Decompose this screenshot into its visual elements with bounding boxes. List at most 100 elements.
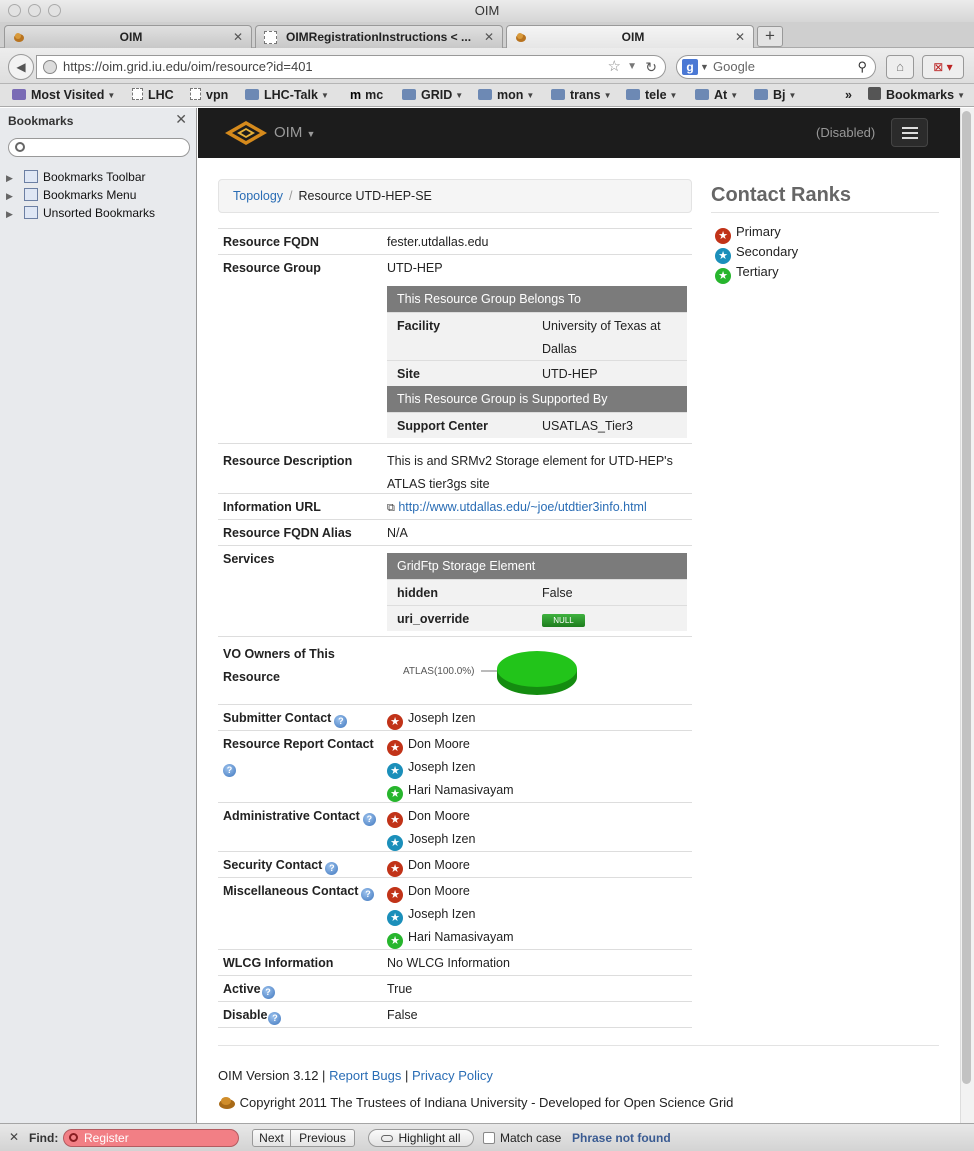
scrollbar-thumb[interactable] (962, 111, 971, 1084)
folder-icon (12, 89, 26, 100)
unsorted-folder-icon (24, 206, 38, 219)
privacy-policy-link[interactable]: Privacy Policy (412, 1068, 493, 1083)
find-input[interactable]: Register (63, 1129, 239, 1147)
google-icon[interactable]: g (682, 59, 698, 75)
row-value: fester.utdallas.edu (387, 235, 489, 249)
highlight-toggle-icon (381, 1135, 394, 1142)
bookmark-vpn[interactable]: vpn (190, 87, 228, 104)
uri-override-row: uri_override NULL (387, 605, 687, 631)
detail-row-vo-owners: VO Owners of This Resource ATLAS(100.0%) (218, 636, 692, 704)
sidebar-search-input[interactable] (8, 138, 190, 157)
sidebar-item-unsorted[interactable]: ▶ Unsorted Bookmarks (6, 206, 155, 220)
sidebar-item-bookmarks-toolbar[interactable]: ▶ Bookmarks Toolbar (6, 170, 146, 184)
expand-triangle-icon[interactable]: ▶ (6, 191, 20, 202)
bookmark-star-icon[interactable]: ☆ (608, 56, 621, 78)
help-icon[interactable]: ? (334, 715, 348, 728)
search-bar[interactable]: g ▼ Google ⚲ (676, 55, 876, 79)
contact-item: ★ Joseph Izen (387, 707, 475, 730)
close-icon[interactable]: ✕ (175, 111, 187, 128)
tab-oim-registration[interactable]: OIMRegistrationInstructions < ... ✕ (255, 25, 503, 48)
zoom-window-button[interactable] (48, 4, 61, 17)
close-window-button[interactable] (8, 4, 21, 17)
detail-row-misc-contact: Miscellaneous Contact? ★ Don Moore ★ Josep… (218, 877, 692, 949)
history-dropdown-icon[interactable]: ▼ (627, 56, 637, 78)
search-icon (69, 1133, 78, 1142)
external-link-icon: ⧉ (387, 502, 395, 514)
tab-oim-active[interactable]: OIM ✕ (506, 25, 754, 48)
help-icon[interactable]: ? (223, 764, 236, 777)
search-icon[interactable]: ⚲ (857, 56, 867, 78)
minimize-window-button[interactable] (28, 4, 41, 17)
overflow-chevron-icon[interactable]: » (845, 87, 852, 104)
help-icon[interactable]: ? (268, 1012, 282, 1025)
footer-links: OIM Version 3.12 | Report Bugs | Privacy… (218, 1068, 493, 1083)
tab-close-icon[interactable]: ✕ (484, 26, 494, 48)
bookmark-at[interactable]: At ▼ (695, 87, 738, 104)
extension-button[interactable]: ⊠ ▾ (922, 55, 964, 79)
menu-folder-icon (24, 188, 38, 201)
row-label: VO Owners of This Resource (223, 647, 335, 684)
breadcrumb-topology-link[interactable]: Topology (233, 189, 283, 203)
expand-triangle-icon[interactable]: ▶ (6, 209, 20, 220)
detail-row-fqdn: Resource FQDN fester.utdallas.edu (218, 228, 692, 254)
bookmark-lhc-talk[interactable]: LHC-Talk ▼ (245, 87, 329, 104)
bookmarks-menu-button[interactable]: Bookmarks ▼ (868, 87, 965, 104)
iu-logo-icon (219, 1097, 235, 1109)
bookmark-lhc[interactable]: LHC (132, 87, 174, 104)
bookmark-tele[interactable]: tele ▼ (626, 87, 677, 104)
help-icon[interactable]: ? (325, 862, 339, 875)
pie-label: ATLAS(100.0%) (403, 666, 475, 677)
home-button[interactable]: ⌂ (886, 55, 914, 79)
detail-row-info-url: Information URL ⧉ http://www.utdallas.ed… (218, 493, 692, 519)
close-findbar-icon[interactable]: ✕ (9, 1130, 19, 1144)
new-tab-button[interactable]: + (757, 26, 783, 47)
oim-favicon-icon (516, 33, 526, 42)
detail-row-submitter-contact: Submitter Contact? ★ Joseph Izen (218, 704, 692, 730)
tab-close-icon[interactable]: ✕ (233, 26, 243, 48)
bookmark-grid[interactable]: GRID ▼ (402, 87, 463, 104)
primary-rank-icon: ★ (387, 740, 403, 756)
tab-oim-1[interactable]: OIM ✕ (4, 25, 252, 48)
bookmarks-toolbar: Most Visited ▼ LHC vpn LHC-Talk ▼ m mc GRID… (0, 84, 974, 107)
tab-close-icon[interactable]: ✕ (735, 26, 745, 48)
detail-row-resource-group: Resource Group UTD-HEP This Resource Gro… (218, 254, 692, 443)
detail-row-fqdn-alias: Resource FQDN Alias N/A (218, 519, 692, 545)
highlight-all-button[interactable]: Highlight all (368, 1129, 474, 1147)
url-bar[interactable]: https://oim.grid.iu.edu/oim/resource?id=… (36, 55, 666, 79)
find-previous-button[interactable]: Previous (290, 1129, 355, 1147)
caret-down-icon: ▼ (306, 129, 316, 139)
oim-logo-icon[interactable] (224, 120, 268, 146)
tertiary-rank-icon: ★ (715, 268, 731, 284)
menu-toggle-button[interactable] (891, 118, 928, 147)
match-case-checkbox[interactable] (483, 1132, 495, 1144)
tertiary-rank-icon: ★ (387, 933, 403, 949)
row-value: N/A (387, 526, 408, 540)
find-bar: ✕ Find: Register Next Previous Highlight… (0, 1123, 974, 1151)
m-logo-icon: m (350, 88, 362, 102)
folder-icon (551, 89, 565, 100)
expand-triangle-icon[interactable]: ▶ (6, 173, 20, 184)
bookmark-trans[interactable]: trans ▼ (551, 87, 612, 104)
chevron-down-icon[interactable]: ▼ (700, 56, 709, 78)
help-icon[interactable]: ? (362, 813, 376, 826)
back-button[interactable]: ◀ (8, 54, 34, 80)
bookmark-mc[interactable]: m mc (350, 87, 383, 104)
detail-row-report-contact: Resource Report Contact? ★ Don Moore ★ Jos… (218, 730, 692, 802)
rank-secondary: ★ Secondary (715, 244, 798, 264)
sidebar-item-bookmarks-menu[interactable]: ▶ Bookmarks Menu (6, 188, 136, 202)
help-icon[interactable]: ? (361, 888, 375, 901)
report-bugs-link[interactable]: Report Bugs (329, 1068, 401, 1083)
find-next-button[interactable]: Next (252, 1129, 291, 1147)
contact-item: ★ Hari Namasivayam (387, 926, 514, 949)
bookmark-mon[interactable]: mon ▼ (478, 87, 534, 104)
row-label: Disable? (223, 1004, 282, 1027)
help-icon[interactable]: ? (261, 986, 275, 999)
bookmark-most-visited[interactable]: Most Visited ▼ (12, 87, 115, 104)
reload-icon[interactable]: ↻ (645, 56, 657, 78)
bookmark-bj[interactable]: Bj ▼ (754, 87, 796, 104)
find-status: Phrase not found (572, 1131, 671, 1145)
info-url-link[interactable]: http://www.utdallas.edu/~joe/utdtier3inf… (398, 500, 646, 514)
contact-item: ★ Don Moore (387, 854, 470, 877)
oim-brand-dropdown[interactable]: OIM ▼ (274, 124, 315, 141)
site-row: Site UTD-HEP (387, 360, 687, 386)
